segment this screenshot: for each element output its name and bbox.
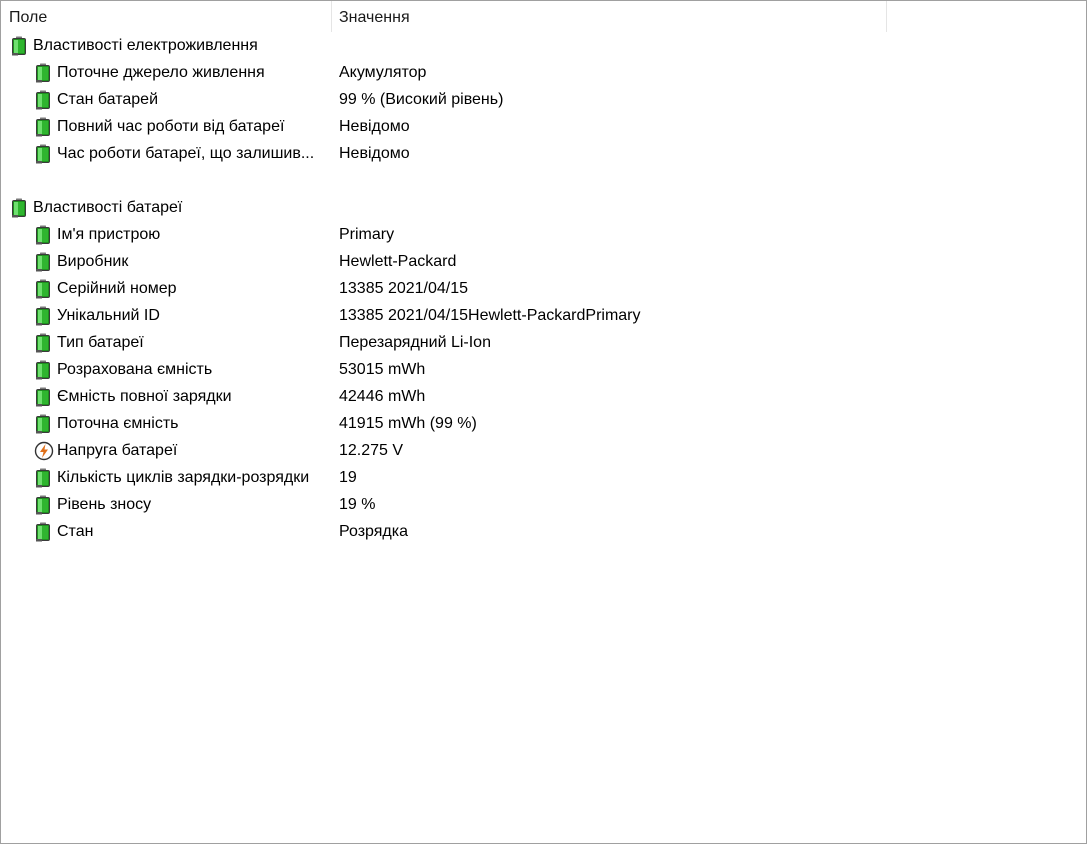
battery-icon — [34, 306, 52, 326]
list-item[interactable]: Ім'я пристрою Primary — [1, 221, 1086, 248]
list-item[interactable]: Час роботи батареї, що залишив... Невідом… — [1, 140, 1086, 167]
list-item[interactable]: Серійний номер 13385 2021/04/15 — [1, 275, 1086, 302]
list-item[interactable]: Ємність повної зарядки 42446 mWh — [1, 383, 1086, 410]
battery-icon — [34, 522, 52, 542]
battery-icon — [34, 144, 52, 164]
battery-icon — [10, 198, 28, 218]
battery-icon — [34, 252, 52, 272]
field-value: Акумулятор — [339, 64, 427, 81]
list-item[interactable]: Унікальний ID 13385 2021/04/15Hewlett-Pac… — [1, 302, 1086, 329]
battery-icon — [34, 360, 52, 380]
battery-icon — [34, 63, 52, 83]
field-value: 42446 mWh — [339, 388, 426, 405]
battery-icon — [34, 225, 52, 245]
battery-icon — [34, 387, 52, 407]
list-item[interactable]: Стан Розрядка — [1, 518, 1086, 545]
field-label: Кількість циклів зарядки-розрядки — [57, 469, 310, 486]
list-body: Властивості електроживлення Поточне джере… — [1, 32, 1086, 545]
field-label: Стан — [57, 523, 94, 540]
list-item[interactable]: Напруга батареї 12.275 V — [1, 437, 1086, 464]
field-value: Розрядка — [339, 523, 408, 540]
field-label: Напруга батареї — [57, 442, 178, 459]
field-label: Повний час роботи від батареї — [57, 118, 285, 135]
list-header: Поле Значення — [1, 1, 1086, 32]
spacer-row — [1, 167, 1086, 194]
battery-icon — [34, 117, 52, 137]
list-item[interactable]: Рівень зносу 19 % — [1, 491, 1086, 518]
field-label: Серійний номер — [57, 280, 177, 297]
column-header-field[interactable]: Поле — [1, 1, 332, 32]
field-value: Невідомо — [339, 118, 410, 135]
field-value: 19 % — [339, 496, 376, 513]
field-label: Час роботи батареї, що залишив... — [57, 145, 315, 162]
column-header-value[interactable]: Значення — [332, 1, 887, 32]
field-value: 41915 mWh (99 %) — [339, 415, 477, 432]
list-item[interactable]: Кількість циклів зарядки-розрядки 19 — [1, 464, 1086, 491]
group-row[interactable]: Властивості батареї — [1, 194, 1086, 221]
field-value: 19 — [339, 469, 357, 486]
field-value: Hewlett-Packard — [339, 253, 457, 270]
field-value: 12.275 V — [339, 442, 404, 459]
list-item[interactable]: Стан батарей 99 % (Високий рівень) — [1, 86, 1086, 113]
battery-icon — [34, 333, 52, 353]
group-row[interactable]: Властивості електроживлення — [1, 32, 1086, 59]
field-value: 13385 2021/04/15Hewlett-PackardPrimary — [339, 307, 641, 324]
list-item[interactable]: Поточне джерело живлення Акумулятор — [1, 59, 1086, 86]
group-title: Властивості електроживлення — [33, 37, 258, 54]
field-value: Перезарядний Li-Ion — [339, 334, 491, 351]
list-item[interactable]: Розрахована ємність 53015 mWh — [1, 356, 1086, 383]
field-value: 13385 2021/04/15 — [339, 280, 469, 297]
field-label: Рівень зносу — [57, 496, 152, 513]
field-label: Ємність повної зарядки — [57, 388, 232, 405]
field-label: Стан батарей — [57, 91, 159, 108]
field-label: Поточна ємність — [57, 415, 179, 432]
battery-icon — [34, 495, 52, 515]
field-value: Невідомо — [339, 145, 410, 162]
field-value: 53015 mWh — [339, 361, 426, 378]
voltage-icon — [34, 441, 54, 461]
battery-icon — [34, 414, 52, 434]
field-label: Унікальний ID — [57, 307, 160, 324]
battery-properties-list: Поле Значення Властивості електроживленн… — [0, 0, 1087, 844]
field-label: Виробник — [57, 253, 129, 270]
field-label: Тип батареї — [57, 334, 144, 351]
field-value: 99 % (Високий рівень) — [339, 91, 504, 108]
list-item[interactable]: Виробник Hewlett-Packard — [1, 248, 1086, 275]
list-item[interactable]: Тип батареї Перезарядний Li-Ion — [1, 329, 1086, 356]
battery-icon — [34, 468, 52, 488]
field-value: Primary — [339, 226, 395, 243]
field-label: Поточне джерело живлення — [57, 64, 265, 81]
battery-icon — [34, 90, 52, 110]
list-item[interactable]: Поточна ємність 41915 mWh (99 %) — [1, 410, 1086, 437]
battery-icon — [34, 279, 52, 299]
field-label: Розрахована ємність — [57, 361, 213, 378]
list-item[interactable]: Повний час роботи від батареї Невідомо — [1, 113, 1086, 140]
group-title: Властивості батареї — [33, 199, 183, 216]
field-label: Ім'я пристрою — [57, 226, 161, 243]
battery-icon — [10, 36, 28, 56]
